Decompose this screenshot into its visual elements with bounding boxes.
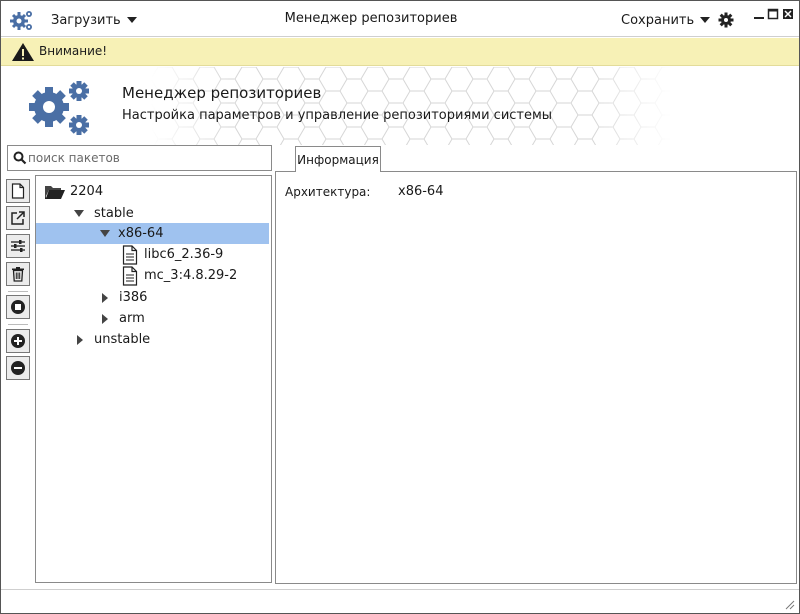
tree-item-root[interactable]: 2204 <box>36 181 271 202</box>
warning-text: Внимание! <box>39 44 108 58</box>
tree-item-label: libc6_2.36-9 <box>144 247 224 262</box>
collapse-arrow-icon[interactable] <box>77 334 83 345</box>
collapse-arrow-icon[interactable] <box>102 313 108 324</box>
header-subtitle: Настройка параметров и управление репози… <box>122 108 553 123</box>
load-menu[interactable]: Загрузить <box>51 11 137 29</box>
chevron-down-icon <box>700 17 711 23</box>
gears-icon <box>29 81 89 135</box>
search-box[interactable] <box>7 145 272 171</box>
title-bar: Загрузить Менеджер репозиториев Сохранит… <box>1 1 799 37</box>
architecture-label: Архитектура: <box>285 185 371 199</box>
search-icon <box>13 151 27 165</box>
folder-open-icon <box>45 185 65 199</box>
trash-icon <box>12 267 24 282</box>
main-window: Загрузить Менеджер репозиториев Сохранит… <box>0 0 800 614</box>
warning-bar: Внимание! <box>1 38 799 66</box>
stop-icon <box>11 300 25 314</box>
header-banner: Менеджер репозиториев Настройка параметр… <box>1 67 799 145</box>
stop-button[interactable] <box>6 295 30 319</box>
remove-icon <box>11 361 25 375</box>
collapse-arrow-icon[interactable] <box>102 292 108 303</box>
tree-item-label: mc_3:4.8.29-2 <box>144 268 238 283</box>
status-bar <box>1 589 799 613</box>
search-input[interactable] <box>28 148 268 168</box>
resize-grip-icon[interactable] <box>783 598 795 610</box>
tree-item-i386[interactable]: i386 <box>36 287 271 308</box>
settings-sliders-button[interactable] <box>6 234 30 258</box>
tree-item-label: unstable <box>94 332 151 347</box>
new-file-button[interactable] <box>6 179 30 203</box>
open-external-button[interactable] <box>6 206 30 230</box>
add-button[interactable] <box>6 329 30 353</box>
chevron-down-icon <box>126 17 137 23</box>
tree-item-x86-64[interactable]: x86-64 <box>36 223 269 244</box>
information-panel: Архитектура: x86-64 <box>275 171 797 584</box>
toolbar-divider <box>8 324 28 325</box>
new-file-icon <box>11 183 25 199</box>
hexagon-pattern <box>151 67 671 145</box>
repository-tree[interactable]: 2204 stable x86-64 libc6_2.36-9 mc_3:4.8… <box>35 175 272 583</box>
save-menu-label: Сохранить <box>621 12 695 28</box>
tree-item-package[interactable]: libc6_2.36-9 <box>36 244 271 265</box>
minimize-icon[interactable] <box>753 7 765 21</box>
warning-triangle-icon <box>12 43 34 61</box>
tab-information[interactable]: Информация <box>295 146 381 172</box>
toolbar-divider <box>8 291 28 292</box>
tree-item-package[interactable]: mc_3:4.8.29-2 <box>36 265 271 286</box>
open-external-icon <box>11 211 25 225</box>
save-menu[interactable]: Сохранить <box>621 11 711 29</box>
add-icon <box>11 334 25 348</box>
tree-item-arm[interactable]: arm <box>36 308 271 329</box>
expand-arrow-icon[interactable] <box>100 230 110 237</box>
gears-icon[interactable] <box>9 7 35 33</box>
sliders-icon <box>11 240 25 252</box>
expand-arrow-icon[interactable] <box>74 210 84 217</box>
document-icon <box>122 265 138 286</box>
tree-item-label: x86-64 <box>118 226 164 241</box>
tree-item-unstable[interactable]: unstable <box>36 329 271 350</box>
architecture-value: x86-64 <box>398 184 444 199</box>
gear-icon[interactable] <box>717 11 735 29</box>
tree-item-label: stable <box>94 206 134 221</box>
delete-button[interactable] <box>6 262 30 286</box>
header-title: Менеджер репозиториев <box>122 84 322 102</box>
load-menu-label: Загрузить <box>51 12 121 28</box>
close-icon[interactable] <box>782 7 794 21</box>
remove-button[interactable] <box>6 356 30 380</box>
tree-item-label: arm <box>119 311 145 326</box>
window-title: Менеджер репозиториев <box>284 11 458 26</box>
tree-item-label: 2204 <box>70 184 104 199</box>
maximize-icon[interactable] <box>767 7 779 21</box>
tree-item-stable[interactable]: stable <box>36 203 271 224</box>
document-icon <box>122 244 138 265</box>
tree-item-label: i386 <box>119 290 148 305</box>
